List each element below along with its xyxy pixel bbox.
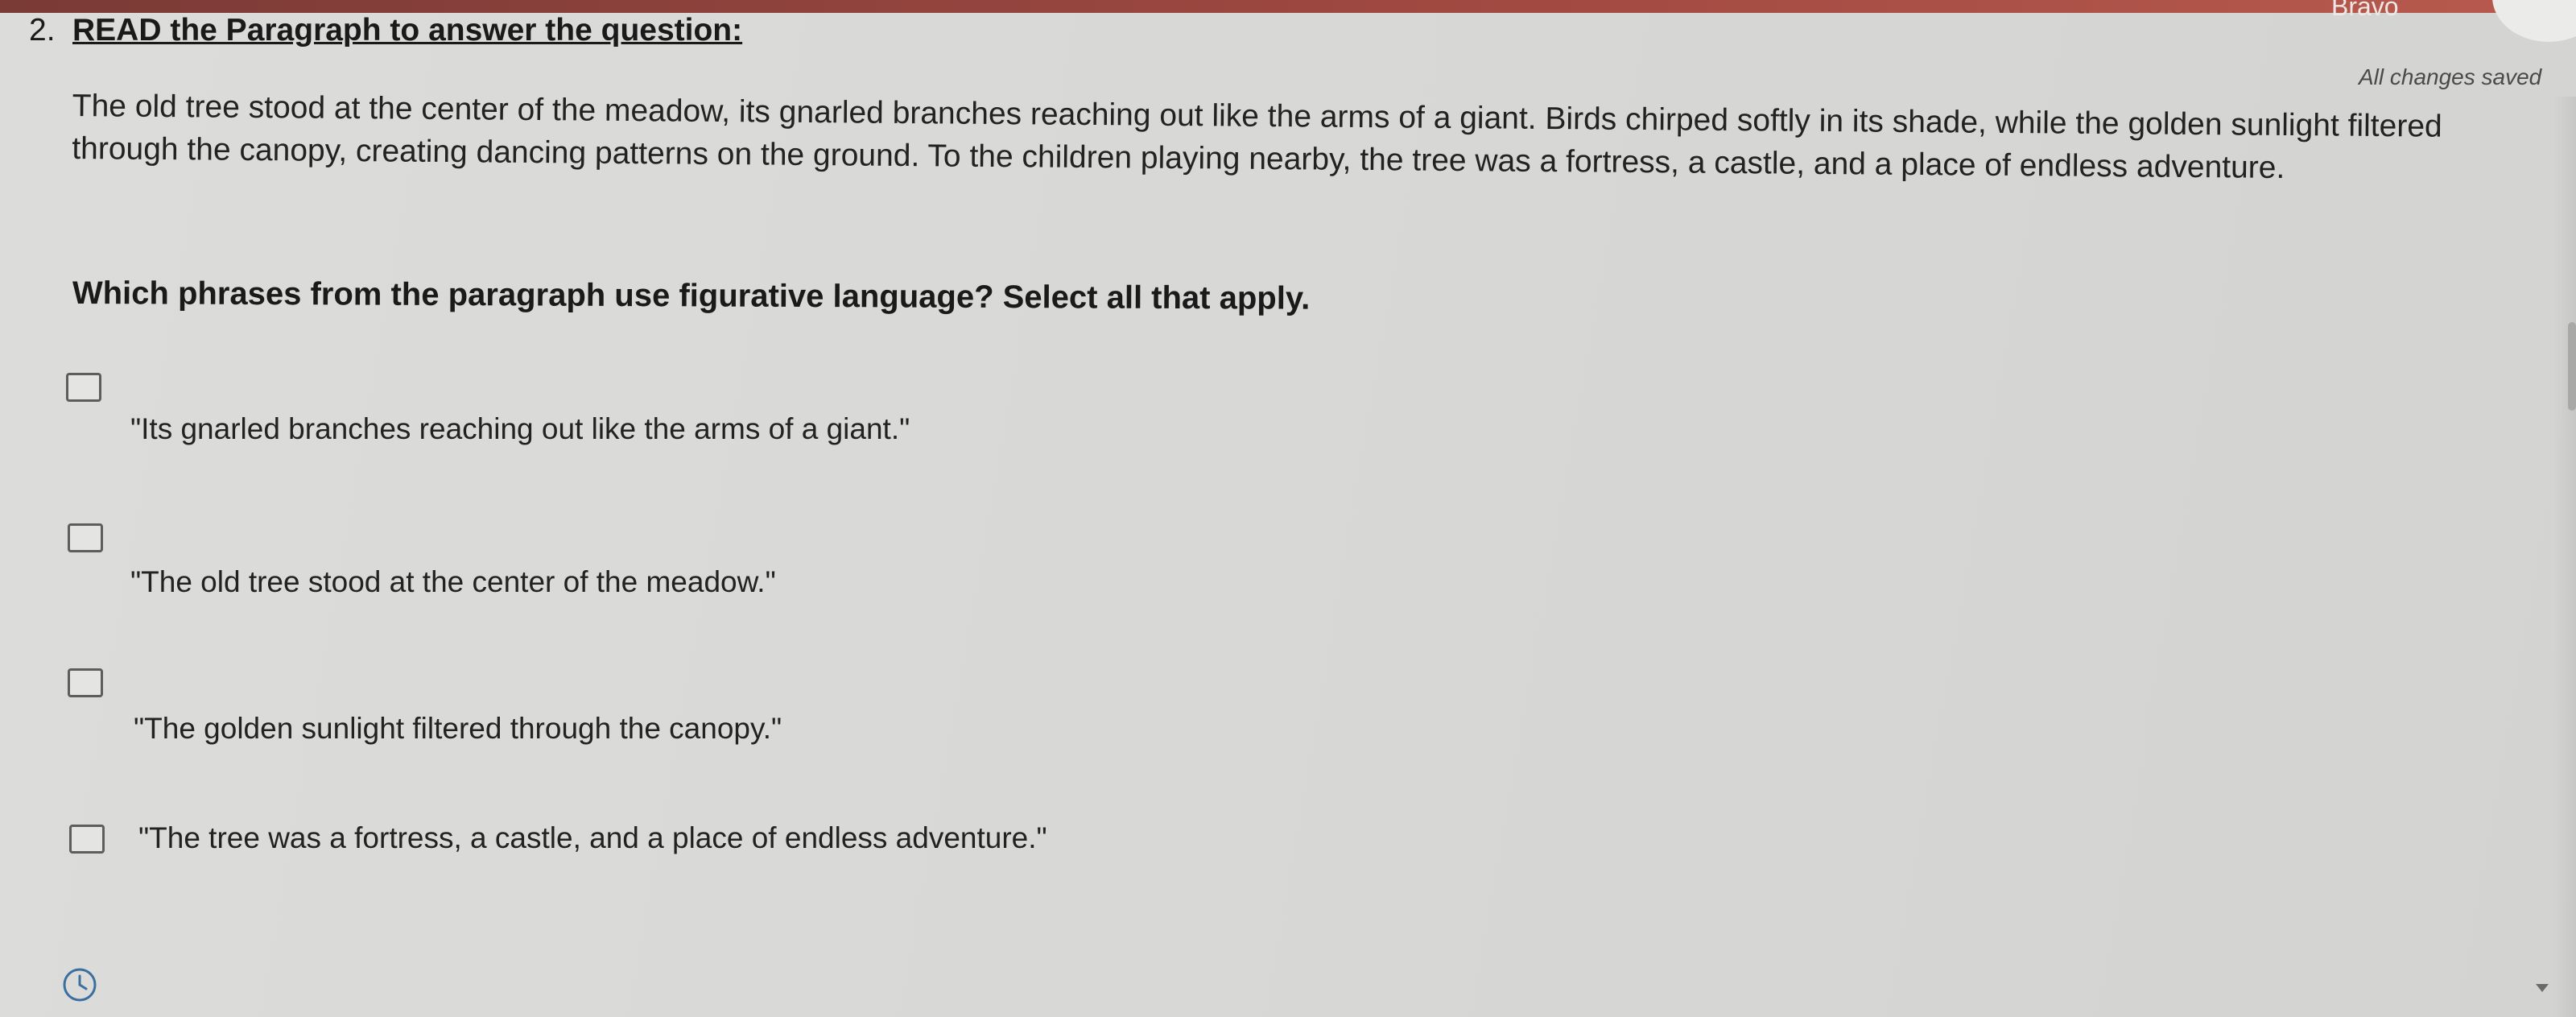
option-checkbox[interactable] (68, 668, 103, 697)
quiz-screen: Bravo All changes saved 2. READ the Para… (0, 0, 2576, 1017)
avatar[interactable] (2492, 0, 2576, 42)
question-prompt: Which phrases from the paragraph use fig… (72, 275, 1311, 316)
option-checkbox[interactable] (69, 825, 105, 854)
option-label[interactable]: "The tree was a fortress, a castle, and … (138, 821, 1047, 855)
page-edge-shadow (2553, 97, 2576, 1017)
option-label[interactable]: "The golden sunlight filtered through th… (134, 712, 782, 746)
brand-label: Bravo (2331, 0, 2399, 21)
option-label[interactable]: "The old tree stood at the center of the… (130, 565, 776, 599)
option-label[interactable]: "Its gnarled branches reaching out like … (130, 412, 910, 446)
top-bar (0, 0, 2576, 13)
save-status: All changes saved (2359, 64, 2542, 89)
question-title: READ the Paragraph to answer the questio… (72, 13, 743, 48)
reading-passage: The old tree stood at the center of the … (72, 88, 2442, 185)
scrollbar-thumb[interactable] (2568, 322, 2576, 411)
question-number: 2. (29, 13, 56, 48)
clock-icon[interactable] (61, 966, 98, 1003)
option-checkbox[interactable] (68, 523, 103, 552)
option-checkbox[interactable] (66, 373, 101, 402)
scroll-down-arrow-icon[interactable] (2536, 984, 2549, 992)
